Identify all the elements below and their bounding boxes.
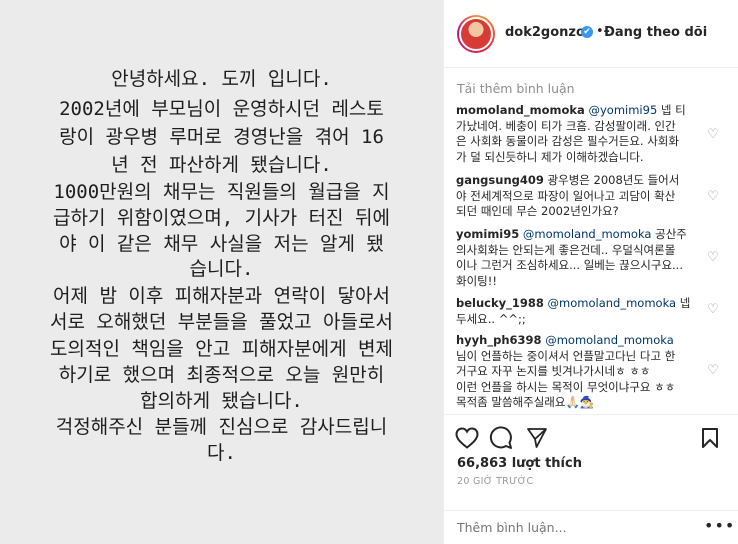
post-text-line: 도의적인 책임을 안고 피해자분에게 변제 [50, 338, 393, 360]
comment-mention[interactable]: @yomimi95 [588, 103, 657, 117]
comment-text: 가났네여. 베충이 티가 크흠. 감성팔이래. 인간 [456, 118, 676, 133]
add-comment-bar: ••• [444, 510, 738, 544]
post-actions: 66,863 lượt thích 20 GIỜ TRƯỚC ••• [444, 414, 738, 544]
comment-text: 거구요 자꾸 논지를 빗겨나가시네ㅎ ㅎㅎ [456, 364, 651, 379]
comment-like-icon[interactable]: ♡ [706, 190, 720, 204]
comment-text: 되던 때인데 무슨 2002년인가요? [456, 204, 619, 219]
bookmark-icon[interactable] [697, 425, 723, 451]
comment-mention[interactable]: @momoland_momoka [523, 227, 652, 241]
comment-text: 님이 언플하는 중이셔서 언플말고다닌 다고 한 [456, 348, 676, 363]
comment-like-icon[interactable]: ♡ [706, 364, 720, 378]
comment-text: 두세요.. ^^;; [456, 311, 526, 326]
comment-mention[interactable]: @momoland_momoka [548, 296, 677, 310]
add-comment-input[interactable] [457, 520, 697, 535]
post-text-line: 급하기 위함이였으며, 기사가 터진 뒤에 [53, 207, 390, 229]
follow-status-button[interactable]: Đang theo dõi [604, 25, 707, 40]
verified-icon: ✔ [581, 26, 593, 38]
comment-text: 화이팅!! [456, 273, 497, 288]
comment-text: 공산주 [655, 227, 687, 241]
comment-text: 넵 [679, 296, 691, 310]
comment-text: 넵 티 [660, 103, 686, 117]
post-text-line: 1000만원의 채무는 직원들의 월급을 지 [53, 181, 390, 203]
post-text-line: 년 전 파산하게 됐습니다. [111, 154, 332, 176]
post-text-line: 다. [207, 442, 236, 464]
comment-username[interactable]: momoland_momoka [456, 103, 585, 117]
comment-text: 이런 언플을 하시는 목적이 무엇이냐구요 ㅎㅎ [456, 379, 676, 394]
post-text-line: 어제 밤 이후 피해자분과 연락이 닿아서 [53, 285, 390, 307]
comment-like-icon[interactable]: ♡ [706, 251, 720, 265]
post-timestamp[interactable]: 20 GIỜ TRƯỚC [457, 476, 533, 487]
comment-icon[interactable] [488, 425, 514, 451]
comment-text: 목적좀 말씀해주실래요🙏🏻🧙‍♂️ [456, 395, 595, 410]
post-sidebar: dok2gonzo ✔ • Đang theo dõi Tải thêm bìn… [443, 0, 738, 544]
more-options-icon[interactable]: ••• [704, 516, 735, 535]
comment-item: hyyh_ph6398 @momoland_momoka 님이 언플하는 중이셔… [456, 333, 706, 411]
comment-item: gangsung409 광우병은 2008년도 들어서 야 전세계적으로 파장이… [456, 173, 706, 220]
comment-text: 광우병은 2008년도 들어서 [547, 173, 680, 187]
avatar-image [459, 17, 493, 51]
comment-username[interactable]: yomimi95 [456, 227, 519, 241]
comment-mention[interactable]: @momoland_momoka [545, 333, 674, 347]
like-icon[interactable] [454, 425, 480, 451]
post-text-line: 야 이 같은 채무 사실을 저는 알게 됐 [59, 233, 384, 255]
comment-like-icon[interactable]: ♡ [706, 303, 720, 317]
comment-username[interactable]: hyyh_ph6398 [456, 333, 542, 347]
post-text-line: 합의하게 됐습니다. [140, 390, 303, 412]
comment-text: 야 전세계적으로 파장이 일어나고 괴담이 확산 [456, 188, 676, 203]
header-separator: • [596, 24, 604, 39]
post-text-line: 안녕하세요. 도끼 입니다. [111, 68, 332, 90]
comment-item: belucky_1988 @momoland_momoka 넵 두세요.. ^^… [456, 296, 706, 327]
comment-text: 의사회화는 안되는게 좋은건데.. 우덜식여론몰 [456, 242, 676, 257]
comment-item: momoland_momoka @yomimi95 넵 티 가났네여. 베충이 … [456, 103, 706, 165]
comment-username[interactable]: belucky_1988 [456, 296, 544, 310]
post-text-line: 습니다. [189, 258, 254, 280]
post-text-line: 하기로 했으며 최종적으로 오늘 원만히 [58, 364, 385, 386]
post-text-line: 걱정해주신 분들께 진심으로 감사드립니 [55, 416, 388, 438]
comment-text: 은 사회화 동물이라 감성은 필수거든요. 사회화 [456, 134, 679, 149]
avatar[interactable] [457, 15, 495, 53]
like-count[interactable]: 66,863 lượt thích [457, 456, 582, 471]
comment-username[interactable]: gangsung409 [456, 173, 544, 187]
post-text-line: 랑이 광우병 루머로 경영난을 겪어 16 [59, 126, 384, 148]
post-text-line: 2002년에 부모님이 운영하시던 레스토 [59, 98, 384, 120]
comment-like-icon[interactable]: ♡ [706, 128, 720, 142]
share-icon[interactable] [524, 425, 550, 451]
header-username[interactable]: dok2gonzo [505, 25, 585, 40]
comment-item: yomimi95 @momoland_momoka 공산주 의사회화는 안되는게… [456, 227, 706, 289]
post-text-line: 서로 오해했던 부분들을 풀었고 아들로서 [50, 311, 393, 333]
post-header: dok2gonzo ✔ • Đang theo dõi [444, 0, 738, 68]
comment-text: 이나 그런거 조심하세요... 일베는 끊으시구요... [456, 258, 683, 273]
comment-text: 가 덜 되신듯하니 제가 이해하겠습니다. [456, 149, 644, 164]
load-more-comments-link[interactable]: Tải thêm bình luận [457, 81, 575, 96]
post-image: 안녕하세요. 도끼 입니다. 2002년에 부모님이 운영하시던 레스토 랑이 … [0, 0, 443, 544]
